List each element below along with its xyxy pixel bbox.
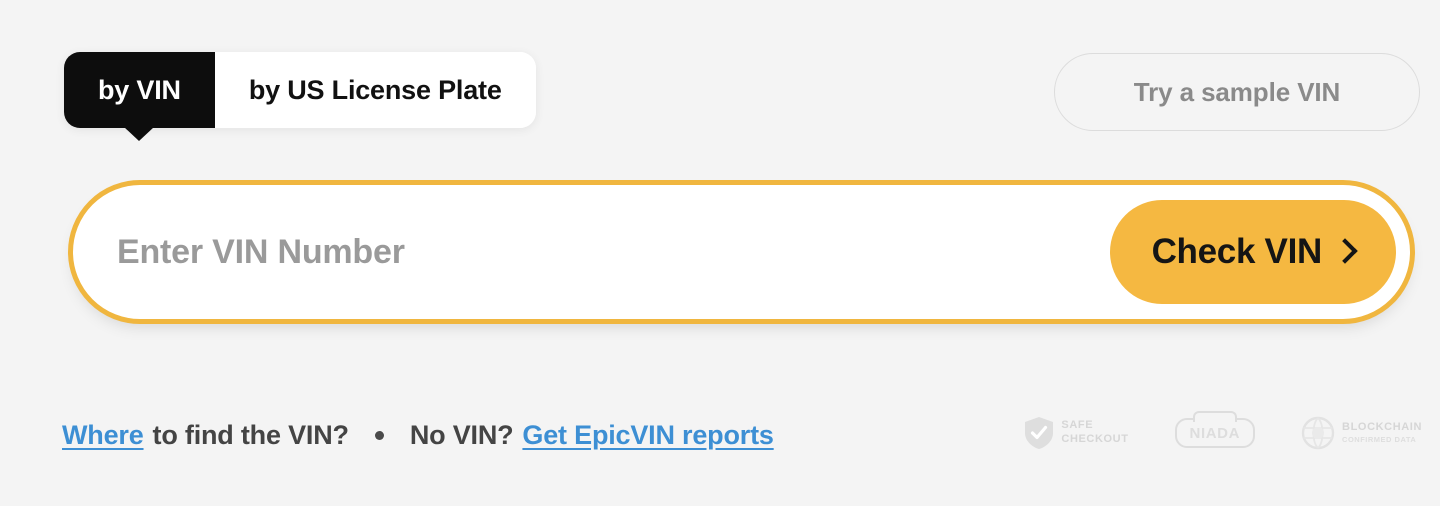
blockchain-globe-icon — [1301, 416, 1335, 450]
tab-by-vin-label: by VIN — [98, 74, 181, 105]
search-mode-tabs: by VIN by US License Plate — [64, 52, 536, 141]
where-to-find-vin-link[interactable]: Where — [62, 420, 144, 451]
badge-niada-label: NIADA — [1189, 425, 1241, 442]
tab-by-us-license-plate[interactable]: by US License Plate — [214, 52, 536, 128]
vin-search-input[interactable] — [73, 185, 1110, 319]
badge-niada: NIADA — [1174, 411, 1256, 448]
try-sample-vin-label: Try a sample VIN — [1133, 76, 1341, 107]
vin-search-bar: Check VIN — [68, 180, 1415, 324]
try-sample-vin-button[interactable]: Try a sample VIN — [1054, 53, 1420, 131]
badge-safe-checkout-line1: SAFE — [1061, 419, 1094, 432]
check-vin-label: Check VIN — [1151, 232, 1323, 271]
trust-badges: SAFE CHECKOUT NIADA BLOCKCHAIN CONFIRMED… — [1024, 411, 1422, 450]
badge-safe-checkout: SAFE CHECKOUT — [1024, 416, 1128, 450]
tab-pointer-icon — [124, 127, 155, 141]
badge-blockchain-line1: BLOCKCHAIN — [1342, 421, 1422, 434]
tab-by-vin[interactable]: by VIN — [64, 52, 215, 141]
badge-safe-checkout-line2: CHECKOUT — [1061, 433, 1129, 445]
vin-search-panel: by VIN by US License Plate Try a sample … — [0, 0, 1440, 506]
bullet-separator-icon — [374, 431, 384, 440]
niada-logo-icon: NIADA — [1174, 411, 1256, 448]
chevron-right-icon — [1332, 238, 1358, 264]
badge-safe-checkout-text: SAFE CHECKOUT — [1061, 419, 1128, 447]
shield-check-icon — [1025, 417, 1054, 449]
badge-blockchain-text: BLOCKCHAIN CONFIRMED DATA — [1342, 421, 1422, 444]
no-vin-text: No VIN? — [409, 420, 514, 450]
tab-by-us-license-plate-label: by US License Plate — [248, 74, 502, 105]
where-to-find-vin-text: to find the VIN? — [152, 420, 349, 450]
niada-logo-tab — [1192, 411, 1238, 422]
footer-help-links: Where to find the VIN? No VIN? Get EpicV… — [62, 420, 774, 451]
check-vin-button[interactable]: Check VIN — [1109, 200, 1396, 304]
get-epicvin-reports-link[interactable]: Get EpicVIN reports — [522, 420, 773, 451]
badge-blockchain-line2: CONFIRMED DATA — [1342, 435, 1417, 445]
badge-blockchain: BLOCKCHAIN CONFIRMED DATA — [1301, 416, 1422, 450]
